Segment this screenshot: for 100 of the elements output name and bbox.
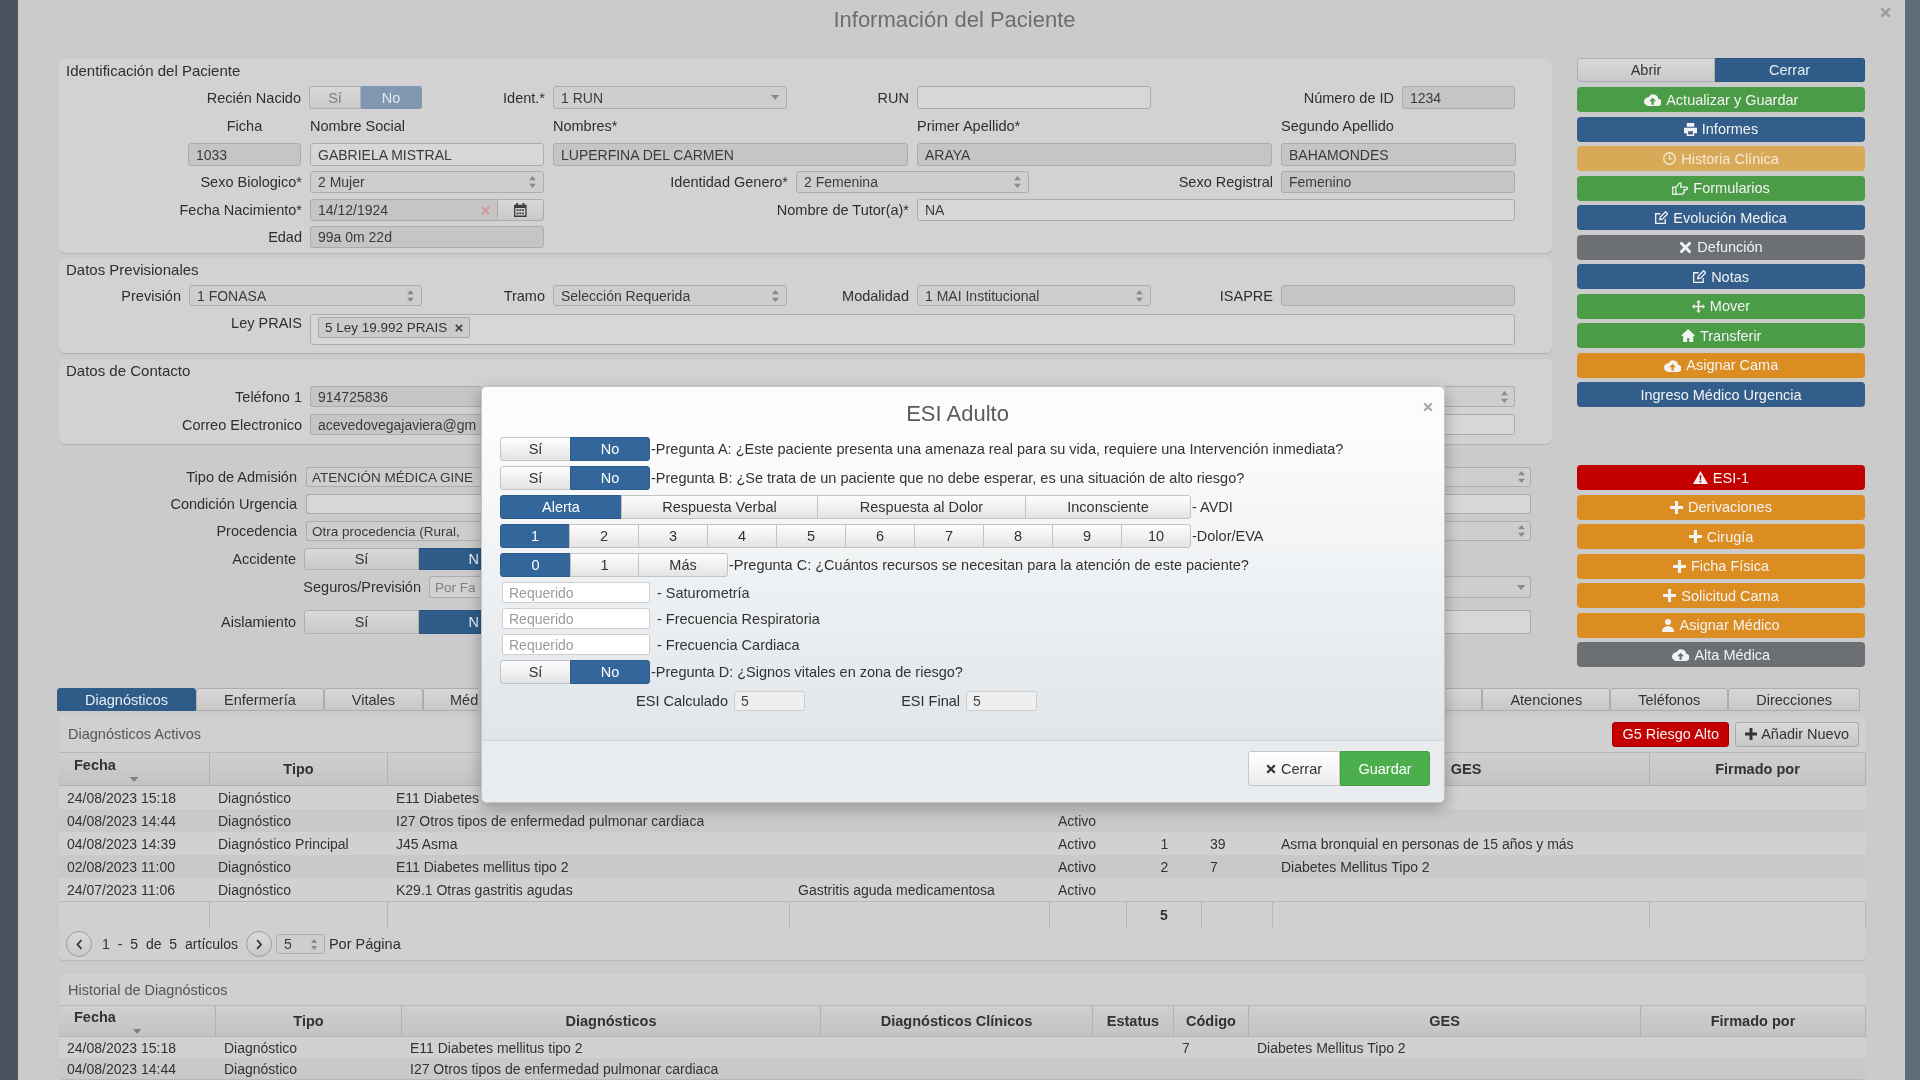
tab[interactable]: Enfermería [196,688,324,711]
next-page-button[interactable] [245,931,272,957]
select-field[interactable] [1445,386,1515,407]
option-button[interactable]: 4 [707,524,777,548]
tab[interactable]: Teléfonos [1610,688,1729,711]
close-icon[interactable] [1880,7,1891,18]
toggle-option[interactable]: Sí [304,548,419,570]
option-button[interactable]: 5 [776,524,846,548]
column-header[interactable]: Tipo [283,761,314,777]
input-field[interactable] [1445,610,1531,634]
input-field[interactable]: GABRIELA MISTRAL [310,143,544,166]
column-header[interactable]: Diagnósticos Clínicos [880,1013,1033,1029]
action-button[interactable]: Ingreso Médico Urgencia [1577,382,1865,407]
select-field[interactable] [1445,576,1531,598]
option-button[interactable]: 9 [1052,524,1122,548]
option-button[interactable]: 7 [914,524,984,548]
select-field[interactable]: Selección Requerida [553,285,787,306]
toggle-option[interactable]: N [419,610,481,634]
dropdown-field[interactable]: Por Fa [429,576,481,598]
select-field[interactable]: 1 FONASA [189,285,422,306]
select-field[interactable]: 1 RUN [553,86,787,109]
action-button[interactable]: Alta Médica [1577,642,1865,667]
option-button[interactable]: No [570,466,650,490]
option-button[interactable]: 2 [569,524,639,548]
select-field[interactable]: 2 Femenina [796,171,1029,193]
tab[interactable]: Méd [423,688,478,711]
select-field[interactable]: ATENCIÓN MÉDICA GINE [306,467,481,487]
option-button[interactable]: Alerta [500,495,622,519]
option-button[interactable]: 1 [570,553,639,577]
multiselect-field[interactable]: 5 Ley 19.992 PRAIS [310,314,1515,345]
input-field[interactable]: 5 [734,691,805,711]
option-button[interactable]: Sí [500,660,571,684]
column-header[interactable]: Código [1186,1013,1236,1029]
tag-chip[interactable]: 5 Ley 19.992 PRAIS [318,317,471,338]
select-field[interactable]: Otra procedencia (Rural, [306,521,481,541]
column-header[interactable]: Fecha [74,1008,215,1034]
action-button[interactable]: Defunción [1577,234,1865,260]
option-button[interactable]: Sí [500,466,571,490]
option-button[interactable]: 8 [983,524,1053,548]
input-field[interactable]: acevedovegajaviera@gm [310,414,481,435]
input-field[interactable] [1445,414,1515,435]
risk-button[interactable]: G5 Riesgo Alto [1612,721,1730,747]
toggle-option[interactable]: N [419,548,481,570]
close-icon[interactable] [1423,402,1433,412]
option-button[interactable]: 10 [1121,524,1191,548]
option-button[interactable]: Inconsciente [1025,495,1191,519]
column-header[interactable]: Firmado por [1710,1013,1796,1029]
option-button[interactable]: 1 [500,524,570,548]
add-button[interactable]: Añadir Nuevo [1735,721,1859,747]
input-field[interactable] [1445,494,1531,514]
tab[interactable] [1446,688,1483,711]
option-button[interactable]: Sí [500,437,571,461]
action-button[interactable]: Evolución Medica [1577,205,1865,230]
input-field[interactable]: 1033 [188,143,301,166]
previous-page-button[interactable] [66,931,92,957]
toggle-option[interactable]: Cerrar [1715,58,1865,82]
select-field[interactable] [1445,467,1531,487]
option-button[interactable]: 0 [500,553,571,577]
tab[interactable]: Diagnósticos [57,688,196,711]
remove-icon[interactable] [455,323,464,332]
input-field[interactable]: NA [917,199,1515,221]
input-field[interactable]: Requerido [502,634,650,655]
option-button[interactable]: Respuesta al Dolor [817,495,1026,519]
action-button[interactable]: Notas [1577,264,1865,289]
select-field[interactable] [1445,521,1531,541]
input-field[interactable]: LUPERFINA DEL CARMEN [553,143,908,166]
input-field[interactable]: 1234 [1402,86,1515,109]
option-button[interactable]: 3 [638,524,708,548]
column-header[interactable]: GES [1429,1013,1460,1029]
input-field[interactable]: 5 [966,691,1037,711]
column-header[interactable]: Diagnósticos [565,1013,657,1029]
input-field[interactable]: BAHAMONDES [1281,143,1516,166]
column-header[interactable]: Estatus [1106,1013,1160,1029]
close-button[interactable]: Cerrar [1248,751,1340,786]
column-header[interactable]: Firmado por [1715,761,1800,777]
option-button[interactable]: Respuesta Verbal [621,495,818,519]
select-field[interactable]: 1 MAI Institucional [917,285,1151,306]
option-button[interactable]: 6 [845,524,915,548]
tab[interactable]: Vitales [323,688,423,711]
input-field[interactable] [1281,285,1515,306]
input-field[interactable] [917,86,1151,109]
action-button[interactable]: ESI-1 [1577,465,1865,490]
input-field[interactable]: 914725836 [310,386,481,407]
page-size-select[interactable]: 5 [275,934,325,954]
calendar-button[interactable] [498,199,544,221]
input-field[interactable]: Requerido [502,582,650,603]
column-header[interactable]: Fecha [74,756,209,782]
date-field[interactable]: 14/12/1924 [310,199,498,221]
option-button[interactable]: No [570,437,650,461]
option-button[interactable]: No [570,660,650,684]
input-field[interactable]: Femenino [1281,171,1515,193]
select-field[interactable]: 2 Mujer [310,171,544,193]
tab[interactable]: Direcciones [1728,688,1860,711]
toggle-option[interactable]: Sí [304,610,419,634]
input-field[interactable]: Requerido [502,608,650,629]
tab[interactable]: Atenciones [1482,688,1611,711]
column-header[interactable]: GES [1450,761,1482,777]
toggle-option[interactable]: Abrir [1577,58,1715,82]
option-button[interactable]: Más [638,553,728,577]
clear-icon[interactable] [481,205,490,215]
